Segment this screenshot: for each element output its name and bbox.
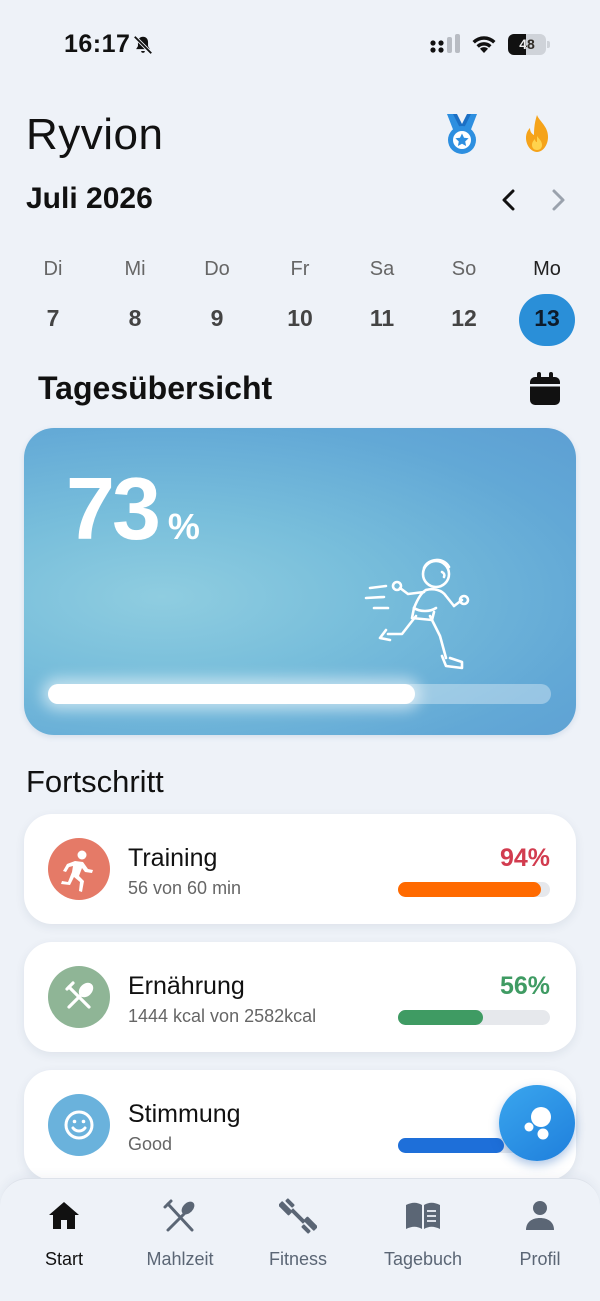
overview-percent: 73% [66, 458, 200, 560]
app-title: Ryvion [26, 110, 164, 159]
day-name: Mi [124, 258, 146, 280]
nav-label: Profil [519, 1249, 561, 1269]
overview-progress-fill [48, 684, 416, 704]
bottom-navigation: Start Mahlzeit Fitness Tagebuch Profil [0, 1178, 600, 1301]
nutrition-percent: 56% [499, 972, 550, 1000]
running-person-illustration [364, 558, 470, 670]
day-item[interactable]: Di 7 [12, 255, 94, 345]
day-item[interactable]: Mi 8 [94, 255, 176, 345]
week-strip: Di 7 Mi 8 Do 9 Fr 10 Sa 11 So 12 Mo 13 [12, 255, 588, 346]
cellular-signal-icon [430, 34, 460, 53]
assistant-fab-button[interactable] [499, 1085, 575, 1161]
nav-label: Mahlzeit [146, 1249, 214, 1269]
chevron-left-icon[interactable] [496, 186, 522, 214]
overview-percent-unit: % [167, 506, 200, 547]
utensils-icon [48, 966, 110, 1028]
month-label: Juli 2026 [26, 182, 153, 215]
person-icon [526, 1201, 554, 1230]
day-number: 9 [210, 305, 224, 331]
battery-indicator: 48 [508, 34, 550, 55]
day-number: 7 [46, 305, 60, 331]
day-name: Mo [533, 258, 561, 280]
day-name: Sa [369, 258, 395, 280]
status-bar: 16:17 48 [0, 0, 600, 90]
nav-tab-start[interactable]: Start [9, 1197, 119, 1277]
training-title: Training [128, 844, 218, 872]
training-progress-fill [398, 882, 541, 897]
training-card[interactable]: Training 56 von 60 min 94% [24, 814, 576, 924]
nav-tab-profil[interactable]: Profil [485, 1197, 595, 1277]
day-number: 11 [369, 305, 395, 331]
nutrition-progress-fill [398, 1010, 484, 1025]
nutrition-card[interactable]: Ernährung 1444 kcal von 2582kcal 56% [24, 942, 576, 1052]
day-item-selected[interactable]: Mo 13 [506, 255, 588, 346]
mood-progress-fill [398, 1138, 505, 1153]
day-item[interactable]: Do 9 [176, 255, 258, 345]
streak-flame-icon[interactable] [519, 114, 555, 154]
smiley-icon [48, 1094, 110, 1156]
bubbles-icon [524, 1107, 551, 1140]
running-icon [48, 838, 110, 900]
day-item[interactable]: Sa 11 [341, 255, 423, 345]
day-number: 8 [128, 305, 142, 331]
nutrition-progress-track [398, 1010, 550, 1025]
day-name: Di [43, 258, 63, 280]
day-name: So [451, 258, 477, 280]
wifi-icon [472, 36, 496, 53]
overview-percent-value: 73 [66, 459, 161, 558]
nutrition-title: Ernährung [128, 972, 245, 1000]
daily-overview-card[interactable]: 73% [24, 428, 576, 735]
utensils-icon [163, 1199, 195, 1232]
day-name: Fr [290, 258, 310, 280]
day-number: 10 [287, 305, 313, 331]
nav-tab-mahlzeit[interactable]: Mahlzeit [125, 1197, 235, 1277]
chevron-right-icon[interactable] [545, 186, 571, 214]
calendar-icon[interactable] [529, 372, 561, 406]
day-name: Do [204, 258, 230, 280]
dumbbell-icon [279, 1198, 317, 1234]
mood-title: Stimmung [128, 1100, 241, 1128]
mood-subtitle: Good [128, 1134, 173, 1154]
book-icon [406, 1202, 440, 1229]
training-subtitle: 56 von 60 min [128, 878, 242, 898]
day-number: 13 [519, 294, 575, 346]
nutrition-subtitle: 1444 kcal von 2582kcal [128, 1006, 317, 1026]
day-number: 12 [451, 305, 477, 331]
overview-progress-track [48, 684, 551, 704]
status-time: 16:17 [64, 30, 131, 58]
progress-section-title: Fortschritt [26, 764, 164, 799]
home-icon [49, 1202, 79, 1229]
medal-icon[interactable] [440, 112, 484, 156]
day-item[interactable]: So 12 [423, 255, 505, 345]
day-item[interactable]: Fr 10 [259, 255, 341, 345]
nav-tab-tagebuch[interactable]: Tagebuch [368, 1197, 478, 1277]
nav-label: Start [44, 1249, 83, 1269]
mood-card[interactable]: Stimmung Good [24, 1070, 576, 1180]
nav-label: Tagebuch [383, 1249, 463, 1269]
overview-title: Tagesübersicht [38, 370, 273, 406]
muted-bell-icon [133, 35, 153, 55]
nav-tab-fitness[interactable]: Fitness [243, 1197, 353, 1277]
training-progress-track [398, 882, 550, 897]
battery-level: 48 [519, 36, 535, 52]
nav-label: Fitness [268, 1249, 328, 1269]
training-percent: 94% [499, 844, 550, 872]
